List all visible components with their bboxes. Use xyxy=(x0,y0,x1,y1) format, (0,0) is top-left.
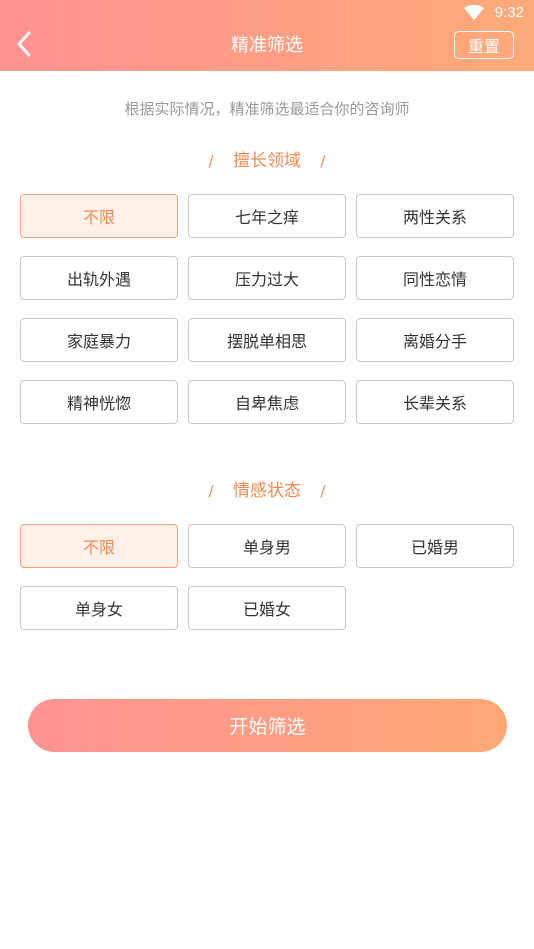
tag-status[interactable]: 单身女 xyxy=(20,586,178,630)
section-title-label: 擅长领域 xyxy=(233,151,301,171)
section-title-slash: / xyxy=(208,482,214,500)
start-filter-button[interactable]: 开始筛选 xyxy=(28,699,507,752)
section-title-slash: / xyxy=(320,152,326,170)
reset-button[interactable]: 重置 xyxy=(454,31,514,59)
section-title-slash: / xyxy=(320,482,326,500)
subtitle: 根据实际情况，精准筛选最适合你的咨询师 xyxy=(124,100,410,118)
tag-expertise[interactable]: 家庭暴力 xyxy=(20,318,178,362)
tag-status[interactable]: 已婚男 xyxy=(356,524,514,568)
tag-expertise[interactable]: 出轨外遇 xyxy=(20,256,178,300)
status-time: 9:32 xyxy=(494,4,524,21)
tag-expertise[interactable]: 自卑焦虑 xyxy=(188,380,346,424)
tag-expertise[interactable]: 压力过大 xyxy=(188,256,346,300)
section-title-status: / 情感状态 / xyxy=(0,476,534,501)
header: 9:32 精准筛选 重置 xyxy=(0,0,534,71)
tag-expertise[interactable]: 精神恍惚 xyxy=(20,380,178,424)
tag-expertise[interactable]: 同性恋情 xyxy=(356,256,514,300)
tag-status-unlimited[interactable]: 不限 xyxy=(20,524,178,568)
section-title-expertise: / 擅长领域 / xyxy=(0,146,534,171)
section-title-label: 情感状态 xyxy=(233,481,301,501)
tag-status[interactable]: 已婚女 xyxy=(188,586,346,630)
tag-expertise[interactable]: 离婚分手 xyxy=(356,318,514,362)
tag-expertise[interactable]: 两性关系 xyxy=(356,194,514,238)
tag-expertise[interactable]: 摆脱单相思 xyxy=(188,318,346,362)
tag-expertise-unlimited[interactable]: 不限 xyxy=(20,194,178,238)
tag-expertise[interactable]: 七年之痒 xyxy=(188,194,346,238)
tag-expertise[interactable]: 长辈关系 xyxy=(356,380,514,424)
section-title-slash: / xyxy=(208,152,214,170)
tag-status[interactable]: 单身男 xyxy=(188,524,346,568)
wifi-icon xyxy=(464,5,484,20)
